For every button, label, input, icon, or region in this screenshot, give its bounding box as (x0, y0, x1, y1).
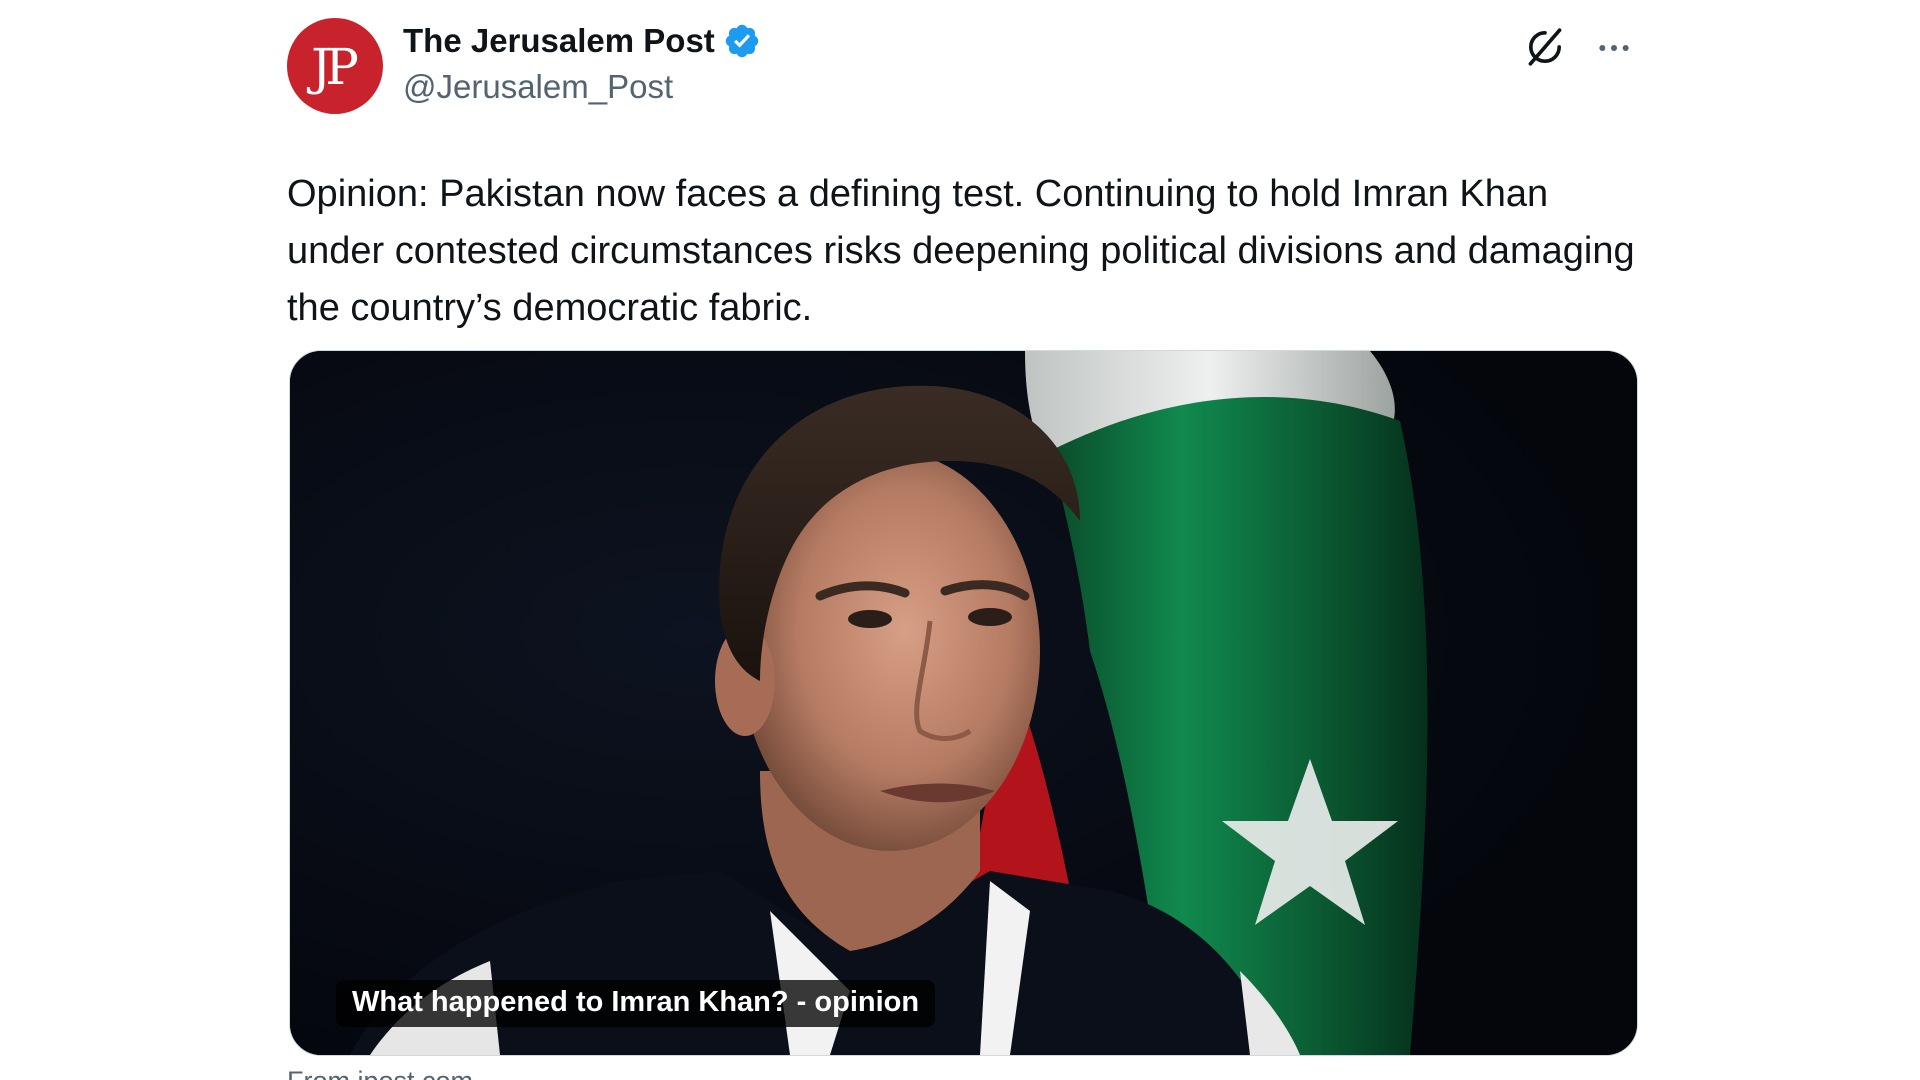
card-source[interactable]: From jpost.com (287, 1066, 473, 1080)
avatar[interactable]: JP (287, 18, 383, 114)
author-display-name[interactable]: The Jerusalem Post (403, 22, 715, 60)
tweet-header: JP The Jerusalem Post @Jerusalem_Post (287, 18, 1636, 118)
verified-badge-icon (725, 24, 759, 58)
link-card[interactable]: What happened to Imran Khan? - opinion (289, 350, 1638, 1056)
author-info: The Jerusalem Post @Jerusalem_Post (403, 20, 761, 106)
tweet[interactable]: JP The Jerusalem Post @Jerusalem_Post Op… (287, 18, 1638, 1080)
grok-icon[interactable] (1522, 24, 1568, 70)
page: JP The Jerusalem Post @Jerusalem_Post Op… (0, 0, 1920, 1080)
card-image (290, 351, 1637, 1055)
more-options-icon[interactable] (1592, 28, 1636, 68)
author-handle[interactable]: @Jerusalem_Post (403, 68, 761, 106)
avatar-logo-text: JP (311, 38, 359, 96)
name-row: The Jerusalem Post (403, 20, 761, 62)
tweet-text: Opinion: Pakistan now faces a defining t… (287, 173, 1635, 329)
card-title[interactable]: What happened to Imran Khan? - opinion (336, 980, 936, 1027)
